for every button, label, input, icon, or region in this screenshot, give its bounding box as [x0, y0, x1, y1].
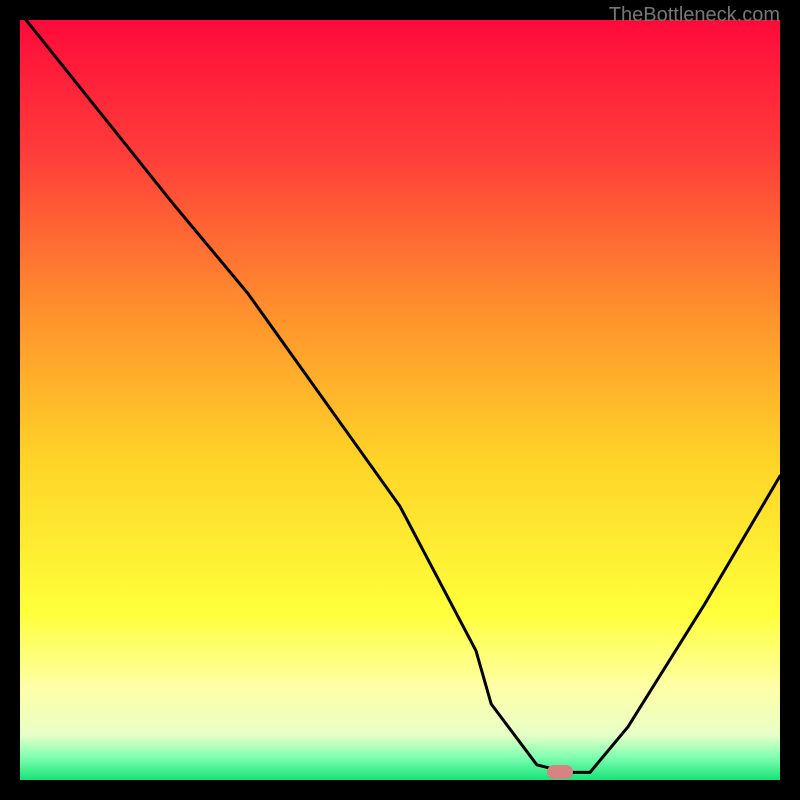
chart-plot	[20, 20, 780, 780]
optimal-point-marker	[547, 765, 573, 779]
watermark-text: TheBottleneck.com	[609, 4, 780, 27]
chart-svg	[20, 20, 780, 780]
